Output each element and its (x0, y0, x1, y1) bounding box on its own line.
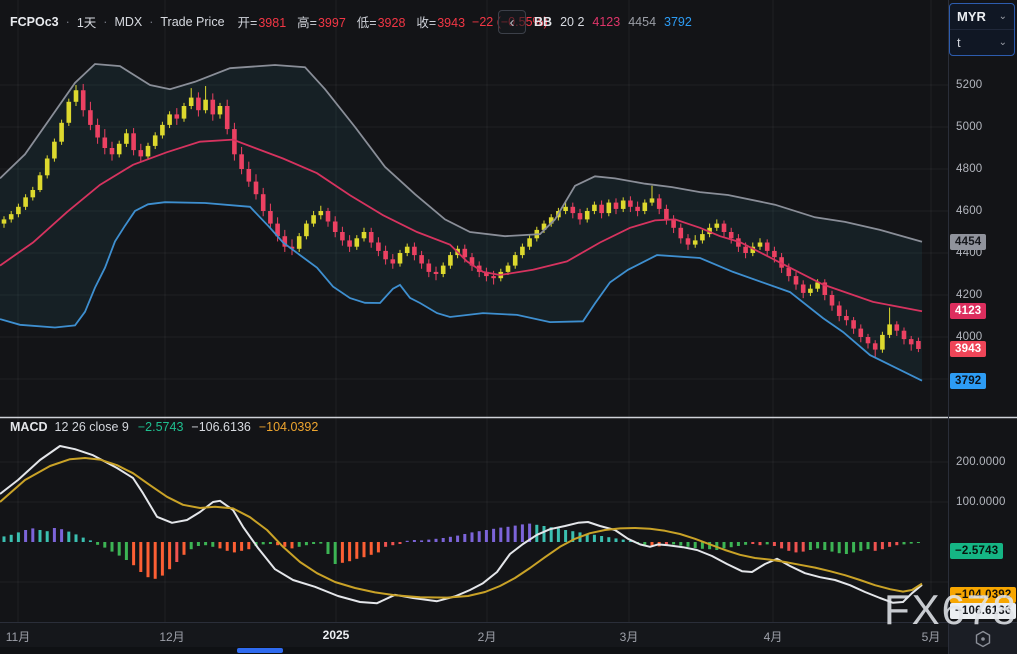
price-badge: −104.0392 (950, 587, 1016, 603)
macd-params: 12 26 close 9 (55, 420, 129, 434)
trading-chart-window: FCPOc3 · 1天 · MDX · Trade Price 开=3981高=… (0, 0, 1017, 654)
ohlc-values: 开=3981 高=3997 低=3928 收=3943 (236, 12, 466, 31)
axis-settings-corner[interactable] (949, 623, 1017, 654)
bb-params: 20 2 (560, 15, 584, 29)
bollinger-legend: ‹ BB 20 2 4123 4454 3792 (498, 10, 692, 34)
bb-name[interactable]: BB (534, 15, 552, 29)
axis-tick-label: 4800 (956, 163, 982, 175)
axis-tick-label: 5200 (956, 79, 982, 91)
macd-value: −2.5743 (138, 420, 184, 434)
time-axis-label: 3月 (620, 628, 639, 645)
axis-tick-label: 4200 (956, 289, 982, 301)
time-axis-label: 5月 (922, 628, 941, 645)
price-badge: 3943 (950, 341, 986, 357)
hexagon-settings-icon[interactable] (973, 629, 993, 649)
bb-value: 4123 (592, 15, 620, 29)
time-axis-label: 4月 (764, 628, 783, 645)
time-axis-label: 2025 (323, 628, 350, 642)
horizontal-scrollbar-thumb[interactable] (237, 648, 283, 653)
collapse-indicator-button[interactable]: ‹ (498, 10, 526, 34)
exchange-label: MDX (114, 15, 142, 29)
axis-tick-label: 4600 (956, 205, 982, 217)
bb-value: 3792 (664, 15, 692, 29)
time-axis-label: 12月 (159, 628, 184, 645)
chevron-down-icon: ⌄ (999, 37, 1007, 48)
macd-name[interactable]: MACD (10, 420, 48, 434)
price-badge: 3792 (950, 373, 986, 389)
chart-canvas[interactable] (0, 0, 1017, 654)
currency-dropdown[interactable]: MYR ⌄ (950, 4, 1014, 29)
price-badge: 4123 (950, 303, 986, 319)
price-badge: −106.6136 (950, 603, 1016, 619)
bb-values: 4123 4454 3792 (592, 15, 691, 29)
unit-dropdown[interactable]: t ⌄ (950, 29, 1014, 55)
interval-label[interactable]: 1天 (77, 12, 96, 31)
macd-legend: MACD 12 26 close 9 −2.5743 −106.6136 −104.… (10, 420, 318, 434)
symbol-header: FCPOc3 · 1天 · MDX · Trade Price 开=3981高=… (10, 12, 548, 31)
currency-unit-selector: MYR ⌄ t ⌄ (949, 3, 1015, 56)
time-axis-label: 11月 (6, 628, 30, 645)
price-badge: −2.5743 (950, 543, 1003, 559)
macd-values: −2.5743 −106.6136 −104.0392 (138, 420, 318, 434)
price-type-label: Trade Price (160, 15, 224, 29)
ohlc-item: 开=3981 (236, 12, 287, 31)
ohlc-item: 低=3928 (355, 12, 406, 31)
axis-tick-label: 5000 (956, 121, 982, 133)
axis-tick-label: 200.0000 (956, 456, 1006, 468)
time-axis-label: 2月 (478, 628, 497, 645)
bb-value: 4454 (628, 15, 656, 29)
price-badge: 4454 (950, 234, 986, 250)
symbol-name[interactable]: FCPOc3 (10, 15, 59, 29)
axis-tick-label: 100.0000 (956, 496, 1006, 508)
ohlc-item: 高=3997 (295, 12, 346, 31)
ohlc-item: 收=3943 (414, 12, 465, 31)
macd-value: −104.0392 (259, 420, 318, 434)
chevron-down-icon: ⌄ (999, 11, 1007, 22)
macd-value: −106.6136 (191, 420, 250, 434)
